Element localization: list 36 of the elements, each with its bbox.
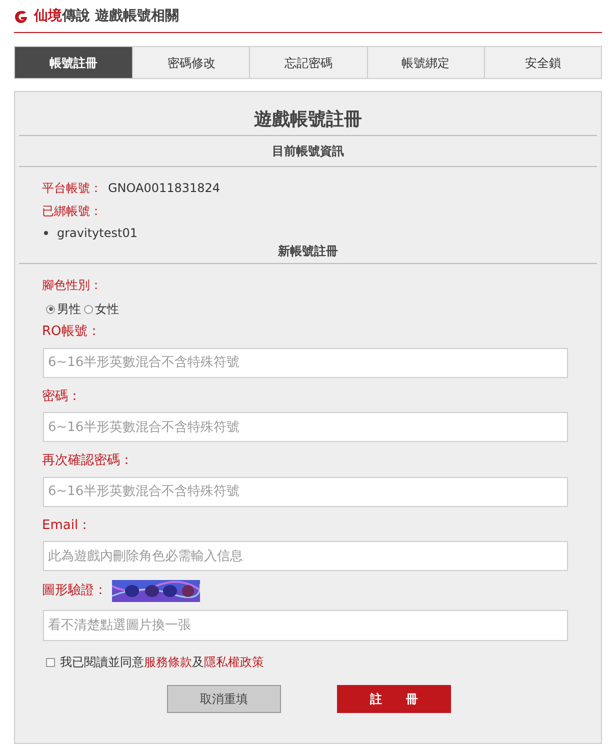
tab[interactable]: 帳號註冊 [15, 47, 132, 78]
agreement-text: 我已閱讀並同意 [60, 654, 144, 671]
brand-name: 仙境 [34, 6, 62, 26]
tab[interactable]: 安全鎖 [484, 47, 601, 78]
bullet-icon [44, 231, 48, 235]
logo-icon [14, 10, 28, 24]
tab[interactable]: 密碼修改 [132, 47, 250, 78]
input-field[interactable]: 此為遊戲內刪除角色必需輸入信息 [43, 541, 568, 571]
terms-link[interactable]: 服務條款 [144, 653, 192, 671]
input-field[interactable]: 看不清楚點選圖片換一張 [43, 610, 568, 641]
reset-button[interactable]: 取消重填 [167, 685, 281, 713]
radio-option[interactable]: 男性 [46, 300, 81, 318]
tab[interactable]: 忘記密碼 [249, 47, 367, 78]
page-title: 傳說 遊戲帳號相關 [62, 8, 179, 26]
field-label: 腳色性別： [42, 277, 102, 294]
account-id: GNOA0011831824 [108, 180, 220, 197]
field-label: 平台帳號： [42, 180, 102, 197]
input-field[interactable]: 6~16半形英數混合不含特殊符號 [43, 412, 568, 442]
section-heading: 新帳號註冊 [277, 243, 339, 260]
register-button[interactable]: 註 冊 [337, 685, 451, 713]
field-label: 已綁帳號： [42, 203, 102, 220]
form-title: 遊戲帳號註冊 [253, 108, 363, 132]
tab[interactable]: 帳號綁定 [366, 47, 484, 78]
bound-account: gravitytest01 [57, 225, 138, 242]
input-field[interactable]: 6~16半形英數混合不含特殊符號 [43, 476, 568, 506]
field-label: 圖形驗證： [42, 582, 107, 600]
field-label: 再次確認密碼： [42, 452, 133, 470]
radio-option[interactable]: 女性 [84, 300, 119, 318]
conjunction-text: 及 [192, 654, 204, 671]
field-label: Email： [42, 516, 92, 534]
checkbox[interactable] [46, 658, 55, 666]
input-field[interactable]: 6~16半形英數混合不含特殊符號 [43, 348, 568, 378]
privacy-link[interactable]: 隱私權政策 [204, 653, 264, 671]
section-heading: 目前帳號資訊 [271, 143, 345, 160]
field-label: 密碼： [42, 388, 81, 406]
field-label: RO帳號： [42, 323, 100, 341]
